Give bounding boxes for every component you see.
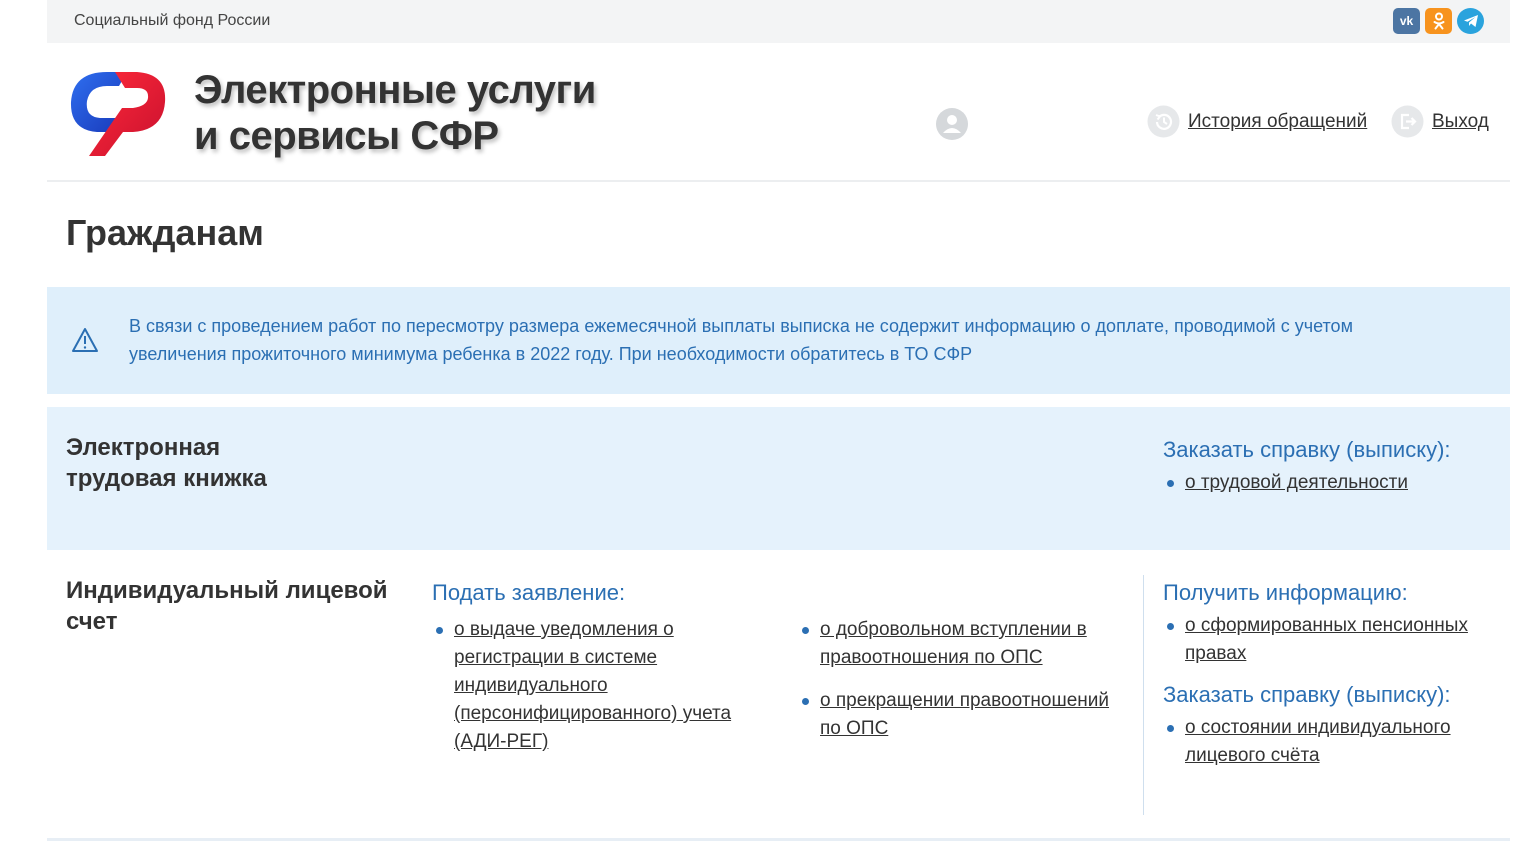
section-ils: Индивидуальный лицевой счет Подать заявл… <box>47 550 1510 841</box>
ils-apply-list-1: о выдаче уведомления о регистрации в сис… <box>432 616 732 756</box>
org-name: Социальный фонд России <box>74 12 271 29</box>
site-header: Электронные услуги и сервисы СФР История… <box>47 43 1510 182</box>
page-title: Гражданам <box>66 212 264 253</box>
user-avatar-icon[interactable] <box>935 107 969 141</box>
ils-apply-heading: Подать заявление: <box>432 580 626 605</box>
site-title-line1: Электронные услуги <box>194 68 596 112</box>
ebook-order-block: Заказать справку (выписку): о трудовой д… <box>1163 437 1493 497</box>
info-notice: В связи с проведением работ по пересмотр… <box>47 287 1510 394</box>
site-title: Электронные услуги и сервисы СФР <box>194 67 614 159</box>
ebook-order-list: о трудовой деятельности <box>1163 469 1493 497</box>
list-item: о сформированных пенсионных правах <box>1163 612 1483 668</box>
top-bar: Социальный фонд России vk <box>47 0 1510 43</box>
history-label: История обращений <box>1188 110 1368 132</box>
list-item: о трудовой деятельности <box>1163 469 1493 497</box>
logout-icon <box>1391 105 1424 138</box>
warning-icon <box>72 328 98 352</box>
history-link[interactable]: История обращений <box>1147 105 1367 138</box>
ils-info-block: Получить информацию: о сформированных пе… <box>1163 580 1483 770</box>
apply-link-adi-reg[interactable]: о выдаче уведомления о регистрации в сис… <box>454 619 731 752</box>
notice-text: В связи с проведением работ по пересмотр… <box>129 316 1353 364</box>
ebook-title-line2: трудовая книжка <box>66 465 267 492</box>
ebook-title-line1: Электронная <box>66 434 221 461</box>
odnoklassniki-icon[interactable] <box>1425 8 1452 34</box>
sfr-logo[interactable] <box>67 68 169 158</box>
ils-info-heading: Получить информацию: <box>1163 580 1408 605</box>
history-icon <box>1147 105 1180 138</box>
ils-order-heading: Заказать справку (выписку): <box>1163 682 1451 707</box>
vk-icon[interactable]: vk <box>1393 8 1420 34</box>
list-item: о выдаче уведомления о регистрации в сис… <box>432 616 732 756</box>
ils-title-line1: Индивидуальный лицевой <box>66 577 388 604</box>
apply-link-termination[interactable]: о прекращении правоотношений по ОПС <box>820 690 1109 739</box>
list-item: о состоянии индивидуального лицевого счё… <box>1163 714 1483 770</box>
logout-link[interactable]: Выход <box>1391 105 1489 138</box>
logout-label: Выход <box>1432 110 1489 132</box>
section-ebook: Электронная трудовая книжка Заказать спр… <box>47 407 1510 550</box>
info-link-pension-rights[interactable]: о сформированных пенсионных правах <box>1185 615 1468 664</box>
telegram-icon[interactable] <box>1457 8 1484 34</box>
order-link-account-state[interactable]: о состоянии индивидуального лицевого счё… <box>1185 717 1451 766</box>
list-item: о прекращении правоотношений по ОПС <box>798 687 1118 743</box>
ebook-title: Электронная трудовая книжка <box>66 432 267 494</box>
ils-apply-list-2: о добровольном вступлении в правоотношен… <box>798 616 1118 743</box>
column-divider <box>1143 575 1144 815</box>
ils-title-line2: счет <box>66 608 118 635</box>
ebook-order-link-work[interactable]: о трудовой деятельности <box>1185 472 1408 493</box>
site-title-line2: и сервисы СФР <box>194 114 499 158</box>
apply-link-voluntary-entry[interactable]: о добровольном вступлении в правоотношен… <box>820 619 1087 668</box>
social-links: vk <box>1393 8 1484 34</box>
ils-info-list: о сформированных пенсионных правах <box>1163 612 1483 668</box>
ebook-order-heading: Заказать справку (выписку): <box>1163 437 1451 462</box>
ils-title: Индивидуальный лицевой счет <box>66 575 388 637</box>
ils-order-list: о состоянии индивидуального лицевого счё… <box>1163 714 1483 770</box>
list-item: о добровольном вступлении в правоотношен… <box>798 616 1118 672</box>
